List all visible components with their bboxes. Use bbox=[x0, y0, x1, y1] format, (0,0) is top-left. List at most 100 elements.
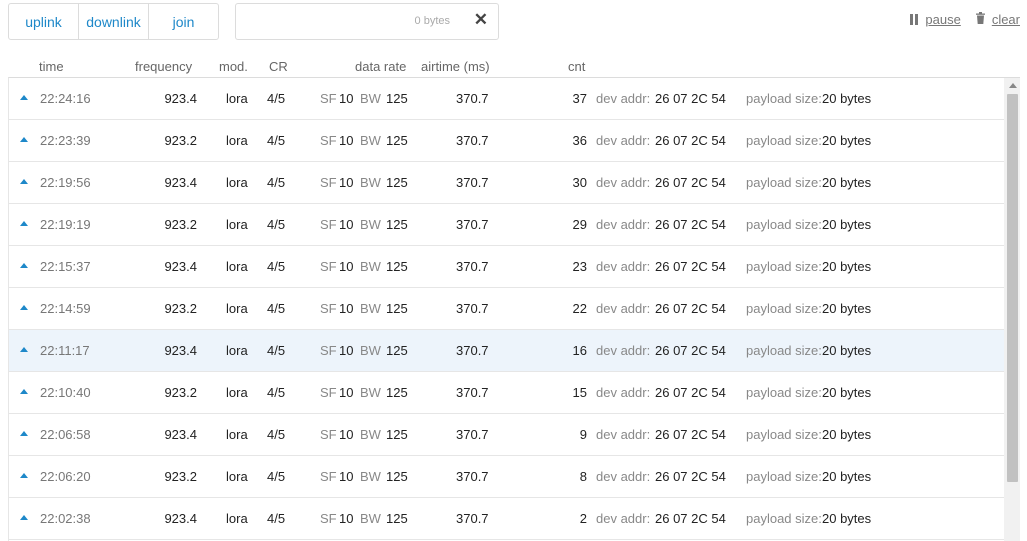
row-bw-label: BW bbox=[360, 385, 381, 400]
row-sf-label: SF bbox=[320, 259, 337, 274]
row-bw-value: 125 bbox=[386, 385, 408, 400]
table-row[interactable]: 22:15:37 923.4 lora 4/5 SF 10 BW 125 370.7 23 dev … bbox=[9, 246, 1004, 288]
row-sf-label: SF bbox=[320, 301, 337, 316]
vertical-scrollbar[interactable] bbox=[1004, 78, 1020, 541]
row-bw-value: 125 bbox=[386, 427, 408, 442]
column-cnt: cnt bbox=[568, 59, 586, 74]
row-payload-size-value: 20 bytes bbox=[822, 175, 872, 190]
toolbar: uplink downlink join 0 bytes ✕ pause cle… bbox=[8, 3, 1020, 43]
column-frequency: frequency bbox=[135, 59, 193, 74]
traffic-table: 22:24:16 923.4 lora 4/5 SF 10 BW 125 370.7 37 dev … bbox=[8, 77, 1020, 541]
row-payload-size-label: payload size: bbox=[746, 385, 822, 400]
row-cr: 4/5 bbox=[267, 133, 286, 148]
table-row[interactable]: 22:11:17 923.4 lora 4/5 SF 10 BW 125 370.7 16 dev … bbox=[9, 330, 1004, 372]
table-row[interactable]: 22:19:56 923.4 lora 4/5 SF 10 BW 125 370.7 30 dev … bbox=[9, 162, 1004, 204]
row-sf-value: 10 bbox=[339, 469, 354, 484]
filter-uplink-button[interactable]: uplink bbox=[9, 4, 79, 39]
row-airtime: 370.7 bbox=[456, 217, 489, 232]
row-bw-label: BW bbox=[360, 511, 381, 526]
table-row[interactable]: 22:02:38 923.4 lora 4/5 SF 10 BW 125 370.7 2 dev a… bbox=[9, 498, 1004, 540]
search-input[interactable] bbox=[242, 12, 416, 34]
row-cr: 4/5 bbox=[267, 175, 286, 190]
clear-button[interactable]: clear bbox=[975, 12, 1020, 27]
row-bw-value: 125 bbox=[386, 301, 408, 316]
row-cnt: 22 bbox=[572, 301, 587, 316]
row-time: 22:06:58 bbox=[40, 427, 91, 442]
row-mod: lora bbox=[226, 217, 248, 232]
row-cr: 4/5 bbox=[267, 301, 286, 316]
row-airtime: 370.7 bbox=[456, 511, 489, 526]
row-dev-addr-label: dev addr: bbox=[596, 133, 651, 148]
row-sf-value: 10 bbox=[339, 427, 354, 442]
row-airtime: 370.7 bbox=[456, 133, 489, 148]
row-airtime: 370.7 bbox=[456, 175, 489, 190]
close-icon[interactable]: ✕ bbox=[474, 10, 488, 30]
row-dev-addr-value: 26 07 2C 54 bbox=[655, 385, 726, 400]
row-bw-label: BW bbox=[360, 217, 381, 232]
row-dev-addr-label: dev addr: bbox=[596, 217, 651, 232]
row-dev-addr-label: dev addr: bbox=[596, 301, 651, 316]
table-row[interactable]: 22:06:20 923.2 lora 4/5 SF 10 BW 125 370.7 8 dev a… bbox=[9, 456, 1004, 498]
row-sf-value: 10 bbox=[339, 133, 354, 148]
row-airtime: 370.7 bbox=[456, 469, 489, 484]
row-sf-label: SF bbox=[320, 175, 337, 190]
pause-button[interactable]: pause bbox=[910, 12, 961, 27]
row-dev-addr-value: 26 07 2C 54 bbox=[655, 343, 726, 358]
row-time: 22:19:19 bbox=[40, 217, 91, 232]
row-sf-label: SF bbox=[320, 385, 337, 400]
row-payload-size-label: payload size: bbox=[746, 301, 822, 316]
row-dev-addr-value: 26 07 2C 54 bbox=[655, 301, 726, 316]
table-row[interactable]: 22:14:59 923.2 lora 4/5 SF 10 BW 125 370.7 22 dev … bbox=[9, 288, 1004, 330]
row-dev-addr-value: 26 07 2C 54 bbox=[655, 469, 726, 484]
row-sf-label: SF bbox=[320, 217, 337, 232]
row-frequency: 923.4 bbox=[164, 91, 197, 106]
row-cnt: 9 bbox=[579, 427, 587, 442]
scroll-up-icon[interactable] bbox=[1009, 83, 1017, 88]
scrollbar-thumb[interactable] bbox=[1007, 94, 1018, 482]
row-cnt: 30 bbox=[572, 175, 587, 190]
uplink-arrow-icon bbox=[20, 179, 28, 184]
row-bw-value: 125 bbox=[386, 343, 408, 358]
row-payload-size-label: payload size: bbox=[746, 343, 822, 358]
row-payload-size-label: payload size: bbox=[746, 511, 822, 526]
trash-icon bbox=[975, 12, 986, 27]
pause-label: pause bbox=[925, 12, 961, 27]
row-frequency: 923.4 bbox=[164, 343, 197, 358]
row-mod: lora bbox=[226, 133, 248, 148]
row-frequency: 923.2 bbox=[164, 217, 197, 232]
filter-downlink-button[interactable]: downlink bbox=[79, 4, 149, 39]
row-dev-addr-label: dev addr: bbox=[596, 385, 651, 400]
row-payload-size-value: 20 bytes bbox=[822, 343, 872, 358]
row-bw-value: 125 bbox=[386, 175, 408, 190]
column-time: time bbox=[39, 59, 64, 74]
row-payload-size-value: 20 bytes bbox=[822, 217, 872, 232]
table-row[interactable]: 22:24:16 923.4 lora 4/5 SF 10 BW 125 370.7 37 dev … bbox=[9, 78, 1004, 120]
row-airtime: 370.7 bbox=[456, 91, 489, 106]
row-bw-label: BW bbox=[360, 175, 381, 190]
uplink-arrow-icon bbox=[20, 431, 28, 436]
table-row[interactable]: 22:19:19 923.2 lora 4/5 SF 10 BW 125 370.7 29 dev … bbox=[9, 204, 1004, 246]
row-mod: lora bbox=[226, 343, 248, 358]
row-sf-value: 10 bbox=[339, 385, 354, 400]
row-bw-label: BW bbox=[360, 133, 381, 148]
row-dev-addr-label: dev addr: bbox=[596, 91, 651, 106]
row-time: 22:06:20 bbox=[40, 469, 91, 484]
uplink-arrow-icon bbox=[20, 305, 28, 310]
row-mod: lora bbox=[226, 259, 248, 274]
row-frequency: 923.4 bbox=[164, 511, 197, 526]
uplink-arrow-icon bbox=[20, 515, 28, 520]
row-airtime: 370.7 bbox=[456, 385, 489, 400]
row-payload-size-value: 20 bytes bbox=[822, 91, 872, 106]
stream-actions: pause clear bbox=[910, 12, 1020, 27]
table-row[interactable]: 22:06:58 923.4 lora 4/5 SF 10 BW 125 370.7 9 dev a… bbox=[9, 414, 1004, 456]
row-sf-label: SF bbox=[320, 91, 337, 106]
table-row[interactable]: 22:23:39 923.2 lora 4/5 SF 10 BW 125 370.7 36 dev … bbox=[9, 120, 1004, 162]
uplink-arrow-icon bbox=[20, 95, 28, 100]
row-payload-size-value: 20 bytes bbox=[822, 469, 872, 484]
row-frequency: 923.4 bbox=[164, 427, 197, 442]
row-time: 22:11:17 bbox=[40, 343, 90, 358]
row-dev-addr-value: 26 07 2C 54 bbox=[655, 427, 726, 442]
filter-join-button[interactable]: join bbox=[149, 4, 218, 39]
table-row[interactable]: 22:10:40 923.2 lora 4/5 SF 10 BW 125 370.7 15 dev … bbox=[9, 372, 1004, 414]
row-frequency: 923.2 bbox=[164, 385, 197, 400]
